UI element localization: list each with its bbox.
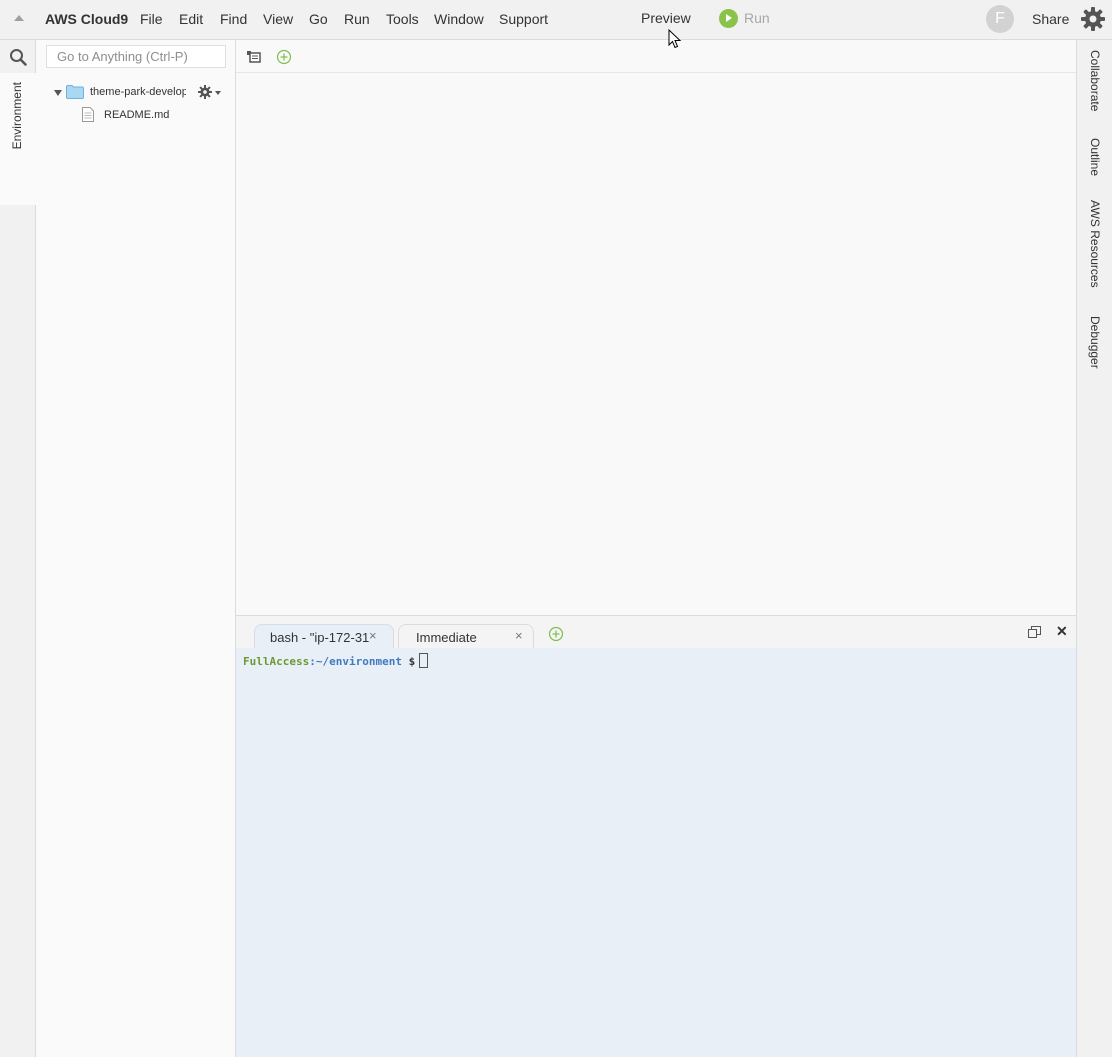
prompt-sign: $ xyxy=(408,655,416,668)
outline-tab[interactable]: Outline xyxy=(1088,138,1102,176)
collapse-arrow-icon[interactable] xyxy=(14,15,24,21)
tab-immediate[interactable]: Immediate × xyxy=(398,624,534,648)
expand-arrow-icon[interactable] xyxy=(54,90,62,96)
add-terminal-icon[interactable] xyxy=(548,626,564,642)
close-icon[interactable]: × xyxy=(515,628,523,643)
menu-find[interactable]: Find xyxy=(220,11,247,27)
add-tab-icon[interactable] xyxy=(276,49,292,65)
menu-bar: AWS Cloud9 File Edit Find View Go Run To… xyxy=(0,0,1112,40)
go-to-anything-input[interactable]: Go to Anything (Ctrl-P) xyxy=(46,45,226,68)
editor-tab-bar xyxy=(236,40,1076,73)
tab-bash[interactable]: bash - "ip-172-31 × xyxy=(254,624,394,648)
restore-icon[interactable] xyxy=(1028,626,1041,638)
tree-folder-label[interactable]: theme-park-develop xyxy=(90,86,186,98)
editor-area[interactable] xyxy=(236,40,1076,615)
run-play-icon xyxy=(719,9,738,28)
terminal-prompt: FullAccess:~/environment $ xyxy=(243,653,429,668)
terminal[interactable]: FullAccess:~/environment $ xyxy=(236,648,1076,1057)
prompt-user: FullAccess xyxy=(243,655,310,668)
prompt-path: :~/environment xyxy=(309,655,402,668)
tab-bash-label: bash - "ip-172-31 xyxy=(270,630,370,645)
menu-window[interactable]: Window xyxy=(434,11,484,27)
tree-file-readme[interactable]: README.md xyxy=(104,109,169,121)
debugger-tab[interactable]: Debugger xyxy=(1088,316,1102,369)
user-avatar[interactable]: F xyxy=(986,5,1014,33)
run-label: Run xyxy=(744,10,770,26)
collaborate-tab[interactable]: Collaborate xyxy=(1088,50,1102,111)
terminal-cursor xyxy=(419,653,429,668)
share-button[interactable]: Share xyxy=(1032,11,1069,27)
aws-resources-tab[interactable]: AWS Resources xyxy=(1088,200,1102,288)
menu-go[interactable]: Go xyxy=(309,11,328,27)
right-sidebar: Collaborate Outline AWS Resources Debugg… xyxy=(1076,40,1112,1057)
folder-icon xyxy=(66,85,84,99)
preview-button[interactable]: Preview xyxy=(641,10,691,26)
menu-run[interactable]: Run xyxy=(344,11,370,27)
menu-view[interactable]: View xyxy=(263,11,293,27)
tab-immediate-label: Immediate xyxy=(416,630,477,645)
console-panel: bash - "ip-172-31 × Immediate × ✕ FullAc… xyxy=(236,615,1076,1057)
menu-file[interactable]: File xyxy=(140,11,163,27)
tabs-menu-icon[interactable] xyxy=(247,51,261,63)
preferences-gear-icon[interactable] xyxy=(1080,6,1106,32)
environment-tab-label: Environment xyxy=(10,82,24,150)
menu-support[interactable]: Support xyxy=(499,11,548,27)
left-sidebar: Environment xyxy=(0,40,36,1057)
menu-tools[interactable]: Tools xyxy=(386,11,419,27)
gear-icon[interactable] xyxy=(198,85,212,99)
chevron-down-icon[interactable] xyxy=(215,91,221,95)
file-icon xyxy=(82,107,94,122)
menu-edit[interactable]: Edit xyxy=(179,11,203,27)
mouse-cursor-icon xyxy=(668,29,682,49)
aws-cloud9-menu[interactable]: AWS Cloud9 xyxy=(45,11,128,27)
close-panel-icon[interactable]: ✕ xyxy=(1056,623,1068,640)
close-icon[interactable]: × xyxy=(369,628,377,643)
search-icon[interactable] xyxy=(9,48,27,66)
console-tab-bar: bash - "ip-172-31 × Immediate × ✕ xyxy=(236,615,1076,649)
environment-panel: Go to Anything (Ctrl-P) theme-park-devel… xyxy=(36,40,236,1057)
